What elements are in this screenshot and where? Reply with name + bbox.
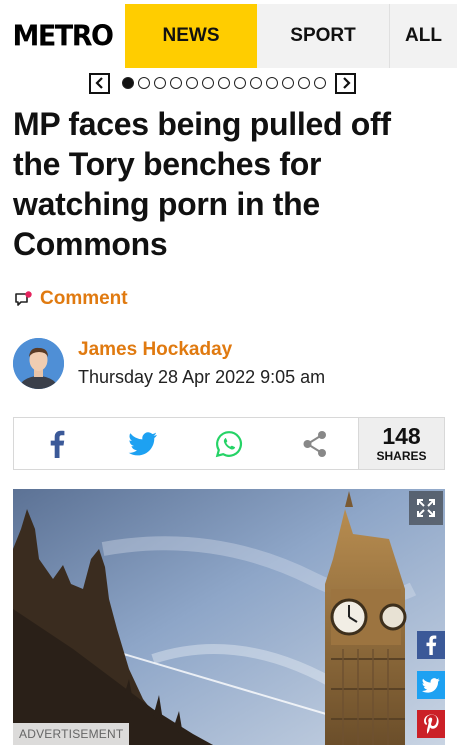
pager-dot[interactable] (250, 77, 262, 89)
generic-share-button[interactable] (272, 418, 358, 469)
nav-sport[interactable]: SPORT (257, 4, 390, 68)
pager-next-button[interactable] (335, 72, 356, 94)
pager-prev-button[interactable] (89, 72, 110, 94)
pager-dot[interactable] (266, 77, 278, 89)
article-hero-image[interactable]: ADVERTISEMENT (13, 489, 445, 745)
share-bar: 148 SHARES (13, 417, 445, 470)
logo-text: METRO (12, 19, 114, 53)
advertisement-label: ADVERTISEMENT (13, 723, 130, 745)
comment-label: Comment (40, 288, 128, 309)
image-twitter-share[interactable] (417, 671, 445, 699)
image-facebook-share[interactable] (417, 631, 445, 659)
facebook-icon (50, 430, 65, 458)
pager-dot[interactable] (138, 77, 150, 89)
share-icon (303, 430, 326, 457)
pager-dot[interactable] (218, 77, 230, 89)
comment-icon (14, 290, 33, 308)
top-navigation: METRO NEWS SPORT ALL (0, 4, 457, 68)
metro-logo[interactable]: METRO (0, 4, 125, 68)
share-count-label: SHARES (376, 448, 427, 463)
story-pager (89, 72, 369, 94)
pager-dots (122, 77, 326, 89)
pager-dot[interactable] (298, 77, 310, 89)
pager-dot[interactable] (186, 77, 198, 89)
twitter-icon (422, 677, 440, 693)
pinterest-icon (424, 714, 439, 734)
chevron-left-icon (94, 77, 103, 89)
pager-dot[interactable] (122, 77, 134, 89)
comment-link[interactable]: Comment (14, 288, 128, 310)
publish-date: Thursday 28 Apr 2022 9:05 am (78, 367, 326, 387)
twitter-icon (128, 431, 157, 455)
share-count: 148 SHARES (358, 418, 444, 469)
nav-news[interactable]: NEWS (125, 4, 257, 68)
whatsapp-share-button[interactable] (186, 418, 272, 469)
article-headline: MP faces being pulled off the Tory bench… (13, 106, 391, 262)
chevron-right-icon (342, 77, 351, 89)
image-pinterest-share[interactable] (417, 710, 445, 738)
pager-dot[interactable] (282, 77, 294, 89)
share-count-number: 148 (382, 422, 421, 449)
big-ben-photo (13, 489, 445, 745)
pager-dot[interactable] (170, 77, 182, 89)
pager-dot[interactable] (202, 77, 214, 89)
author-name[interactable]: James Hockaday (78, 339, 232, 361)
pager-dot[interactable] (314, 77, 326, 89)
facebook-icon (426, 635, 437, 655)
expand-icon (417, 499, 435, 517)
nav-all[interactable]: ALL (390, 4, 457, 68)
author-avatar[interactable] (13, 338, 64, 389)
pager-dot[interactable] (154, 77, 166, 89)
whatsapp-icon (215, 430, 243, 457)
expand-image-button[interactable] (409, 491, 443, 525)
twitter-share-button[interactable] (100, 418, 186, 469)
pager-dot[interactable] (234, 77, 246, 89)
facebook-share-button[interactable] (14, 418, 100, 469)
